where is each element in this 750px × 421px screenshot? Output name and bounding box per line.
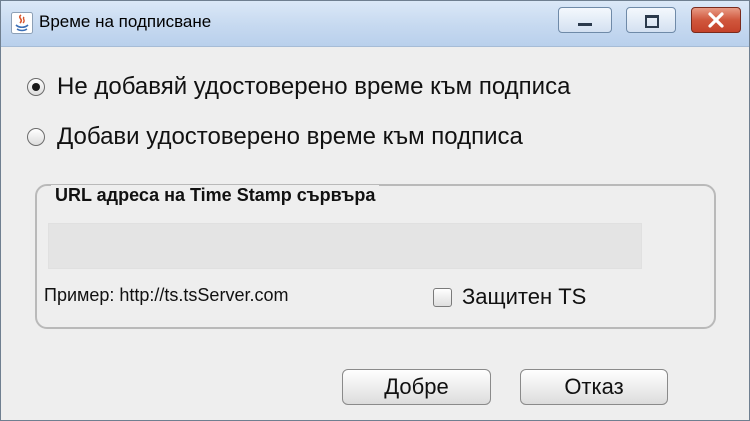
timestamp-url-input[interactable] [48, 223, 642, 269]
radio-selected-dot [32, 83, 40, 91]
radio-add-timestamp-control[interactable] [27, 128, 45, 146]
close-icon [708, 12, 724, 28]
java-icon [11, 12, 33, 34]
radio-no-timestamp-control[interactable] [27, 78, 45, 96]
dialog-window: Време на подписване Не добавяй удостовер… [0, 0, 750, 421]
secure-ts-label[interactable]: Защитен TS [462, 284, 586, 310]
maximize-icon [645, 15, 659, 28]
group-legend: URL адреса на Time Stamp сървъра [51, 185, 380, 206]
maximize-button[interactable] [626, 7, 676, 33]
minimize-button[interactable] [558, 7, 612, 33]
secure-ts-checkbox[interactable] [433, 288, 452, 307]
radio-add-timestamp[interactable]: Добави удостоверено време към подписа [27, 123, 523, 151]
url-example-text: Пример: http://ts.tsServer.com [44, 285, 289, 305]
window-title: Време на подписване [39, 12, 212, 31]
radio-add-timestamp-label[interactable]: Добави удостоверено време към подписа [57, 123, 523, 151]
minimize-icon [578, 23, 592, 26]
title-bar[interactable]: Време на подписване [1, 1, 749, 47]
radio-no-timestamp-label[interactable]: Не добавяй удостоверено време към подпис… [57, 73, 570, 101]
close-button[interactable] [691, 7, 741, 33]
radio-no-timestamp[interactable]: Не добавяй удостоверено време към подпис… [27, 73, 570, 101]
ok-button[interactable]: Добре [342, 369, 491, 405]
cancel-button[interactable]: Отказ [520, 369, 668, 405]
